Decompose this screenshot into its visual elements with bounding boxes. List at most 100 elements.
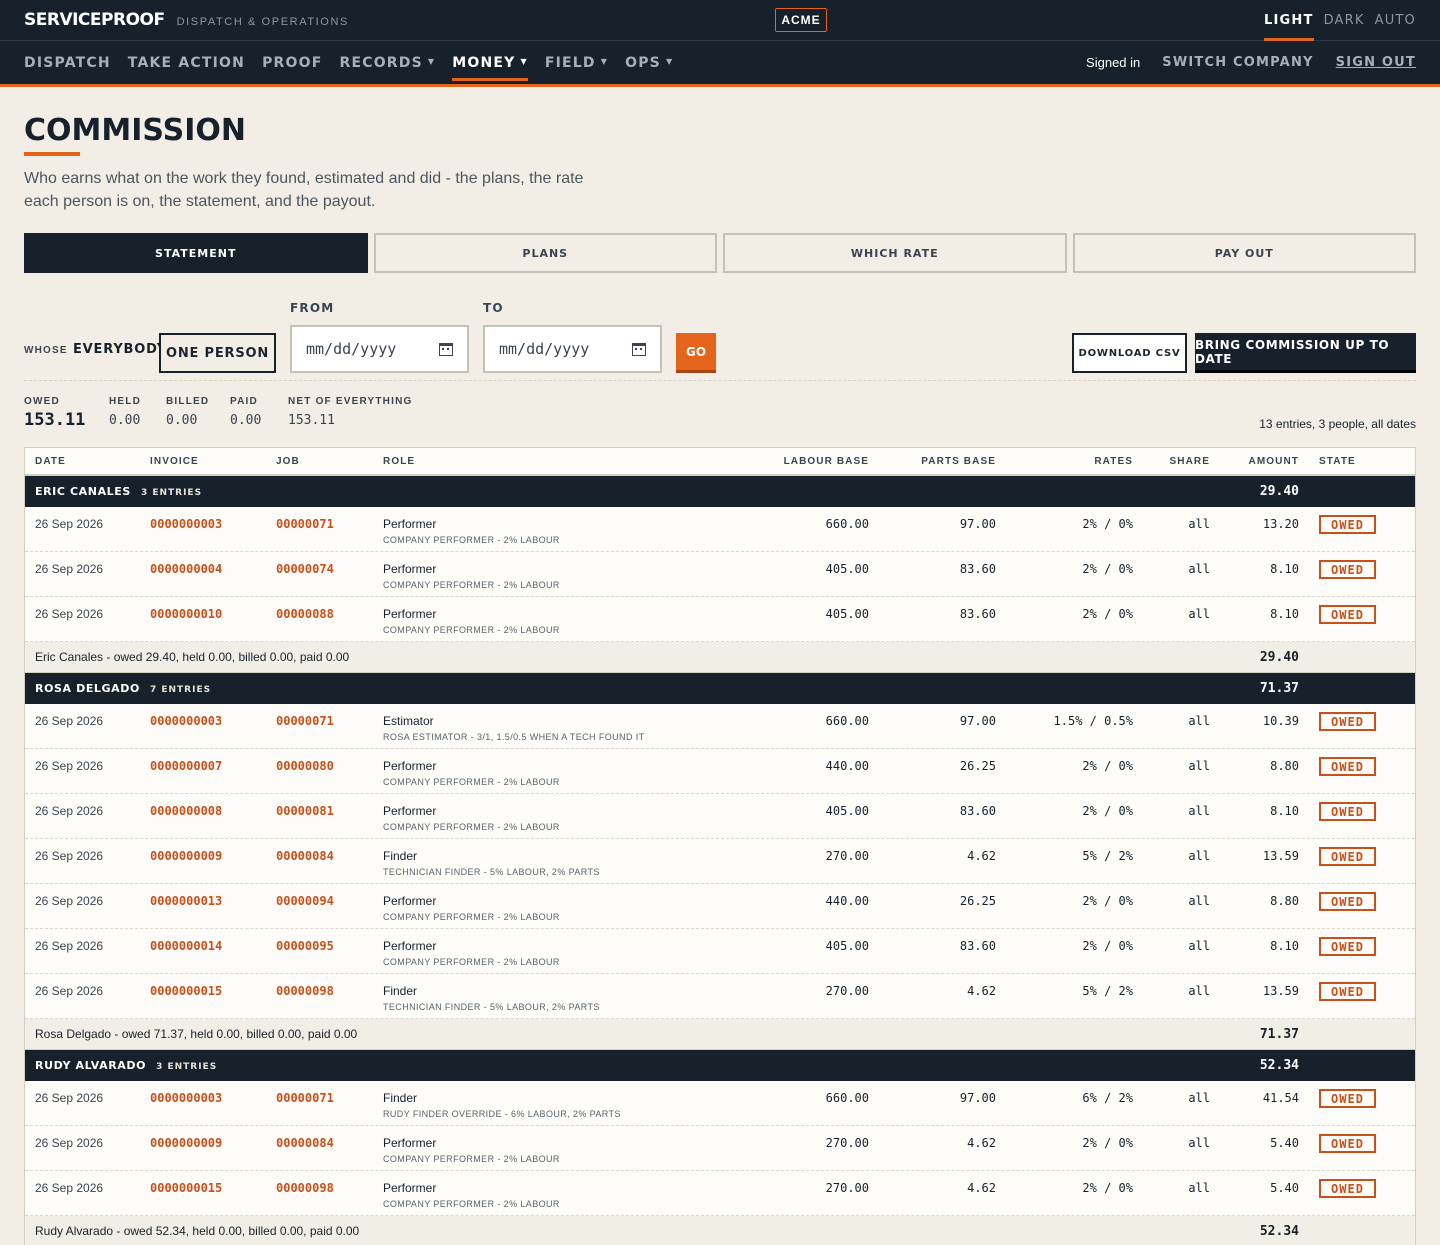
- tab-statement[interactable]: STATEMENT: [24, 233, 368, 273]
- parts-base: 83.60: [959, 804, 996, 818]
- group-header: RUDY ALVARADO 3 ENTRIES 52.34: [25, 1050, 1415, 1081]
- col-amount[interactable]: AMOUNT: [1249, 456, 1299, 467]
- job-link[interactable]: 00000098: [276, 1181, 334, 1195]
- entry-role: Performer Company performer - 2% labour: [383, 804, 560, 832]
- calendar-icon[interactable]: [632, 342, 646, 356]
- labour-base: 405.00: [825, 804, 869, 818]
- amount: 10.39: [1262, 714, 1299, 728]
- role-name: Performer: [383, 607, 437, 621]
- plan-name: Rosa estimator - 3/1, 1.5/0.5 when a tec…: [383, 732, 645, 742]
- amount: 8.10: [1270, 607, 1299, 621]
- nav-item-take-action[interactable]: TAKE ACTION: [128, 41, 245, 84]
- brand-logo[interactable]: SERVICEPROOF: [24, 10, 165, 30]
- invoice-link[interactable]: 0000000015: [150, 1181, 222, 1195]
- bring-commission-up-to-date-button[interactable]: BRING COMMISSION UP TO DATE: [1195, 333, 1416, 373]
- table-header: DATE INVOICE JOB ROLE LABOUR BASE PARTS …: [25, 448, 1415, 476]
- col-parts-base[interactable]: PARTS BASE: [921, 456, 996, 467]
- col-state[interactable]: STATE: [1319, 456, 1356, 467]
- group-name-text: ROSA DELGADO: [35, 682, 140, 695]
- status-badge: OWED: [1319, 1089, 1376, 1108]
- job-link[interactable]: 00000071: [276, 714, 334, 728]
- download-csv-button[interactable]: DOWNLOAD CSV: [1072, 333, 1187, 373]
- nav-item-proof[interactable]: PROOF: [262, 41, 322, 84]
- tab-pay-out[interactable]: PAY OUT: [1072, 233, 1416, 273]
- share: all: [1188, 1181, 1210, 1195]
- go-button[interactable]: GO: [676, 333, 716, 373]
- group-entry-count: 7 ENTRIES: [149, 685, 212, 695]
- entry-role: Performer Company performer - 2% labour: [383, 759, 560, 787]
- group-name: RUDY ALVARADO 3 ENTRIES: [35, 1059, 217, 1072]
- share: all: [1188, 517, 1210, 531]
- switch-company-link[interactable]: SWITCH COMPANY: [1162, 55, 1313, 70]
- job-link[interactable]: 00000071: [276, 517, 334, 531]
- col-role[interactable]: ROLE: [383, 456, 415, 467]
- tab-which-rate[interactable]: WHICH RATE: [723, 233, 1067, 273]
- job-link[interactable]: 00000095: [276, 939, 334, 953]
- nav-item-ops[interactable]: OPS ▼: [625, 41, 673, 84]
- nav-item-field[interactable]: FIELD ▼: [545, 41, 608, 84]
- share: all: [1188, 804, 1210, 818]
- plan-name: Rudy finder override - 6% labour, 2% par…: [383, 1109, 621, 1119]
- nav-item-money[interactable]: MONEY ▼: [452, 41, 528, 84]
- job-link[interactable]: 00000084: [276, 849, 334, 863]
- col-share[interactable]: SHARE: [1169, 456, 1210, 467]
- status-badge: OWED: [1319, 982, 1376, 1001]
- calendar-icon[interactable]: [439, 342, 453, 356]
- totals-strip: OWED 153.11 HELD 0.00 BILLED 0.00 PAID 0…: [24, 381, 1416, 447]
- job-link[interactable]: 00000088: [276, 607, 334, 621]
- theme-auto-option[interactable]: AUTO: [1375, 0, 1416, 41]
- invoice-link[interactable]: 0000000009: [150, 1136, 222, 1150]
- to-date-input[interactable]: mm/dd/yyyy: [483, 325, 662, 373]
- group-subtotal-amount: 71.37: [1259, 1026, 1299, 1042]
- invoice-link[interactable]: 0000000004: [150, 562, 222, 576]
- col-labour-base[interactable]: LABOUR BASE: [784, 456, 869, 467]
- entry-role: Performer Company performer - 2% labour: [383, 939, 560, 967]
- commission-tabs: STATEMENT PLANS WHICH RATE PAY OUT: [24, 233, 1416, 273]
- nav-item-dispatch[interactable]: DISPATCH: [24, 41, 111, 84]
- entries-summary: 13 entries, 3 people, all dates: [1259, 417, 1416, 431]
- job-link[interactable]: 00000074: [276, 562, 334, 576]
- invoice-link[interactable]: 0000000015: [150, 984, 222, 998]
- job-link[interactable]: 00000080: [276, 759, 334, 773]
- invoice-link[interactable]: 0000000009: [150, 849, 222, 863]
- rates: 2% / 0%: [1082, 804, 1133, 818]
- theme-light-option[interactable]: LIGHT: [1264, 0, 1314, 41]
- table-row: 26 Sep 2026 0000000003 00000071 Performer Co…: [25, 507, 1415, 552]
- invoice-link[interactable]: 0000000003: [150, 714, 222, 728]
- sign-out-link[interactable]: SIGN OUT: [1336, 55, 1416, 70]
- job-link[interactable]: 00000084: [276, 1136, 334, 1150]
- job-link[interactable]: 00000081: [276, 804, 334, 818]
- everybody-option[interactable]: EVERYBODY: [73, 342, 167, 357]
- role-name: Estimator: [383, 714, 434, 728]
- role-name: Performer: [383, 804, 437, 818]
- company-badge[interactable]: ACME: [775, 8, 827, 32]
- col-rates[interactable]: RATES: [1094, 456, 1133, 467]
- entry-date: 26 Sep 2026: [35, 1136, 104, 1150]
- job-link[interactable]: 00000071: [276, 1091, 334, 1105]
- entry-date: 26 Sep 2026: [35, 714, 104, 728]
- col-job[interactable]: JOB: [276, 456, 300, 467]
- one-person-option[interactable]: ONE PERSON: [159, 333, 276, 373]
- amount: 8.80: [1270, 894, 1299, 908]
- invoice-link[interactable]: 0000000010: [150, 607, 222, 621]
- amount: 5.40: [1270, 1136, 1299, 1150]
- job-link[interactable]: 00000094: [276, 894, 334, 908]
- nav-item-records[interactable]: RECORDS ▼: [339, 41, 435, 84]
- invoice-link[interactable]: 0000000003: [150, 517, 222, 531]
- col-date[interactable]: DATE: [35, 456, 66, 467]
- tab-plans[interactable]: PLANS: [373, 233, 717, 273]
- invoice-link[interactable]: 0000000007: [150, 759, 222, 773]
- plan-name: Company performer - 2% labour: [383, 957, 560, 967]
- invoice-link[interactable]: 0000000014: [150, 939, 222, 953]
- job-link[interactable]: 00000098: [276, 984, 334, 998]
- theme-dark-option[interactable]: DARK: [1324, 0, 1365, 41]
- invoice-link[interactable]: 0000000008: [150, 804, 222, 818]
- chevron-down-icon: ▼: [600, 56, 609, 66]
- invoice-link[interactable]: 0000000003: [150, 1091, 222, 1105]
- from-date-input[interactable]: mm/dd/yyyy: [290, 325, 469, 373]
- invoice-link[interactable]: 0000000013: [150, 894, 222, 908]
- labour-base: 440.00: [825, 894, 869, 908]
- role-name: Finder: [383, 984, 418, 998]
- col-invoice[interactable]: INVOICE: [150, 456, 199, 467]
- table-row: 26 Sep 2026 0000000010 00000088 Performer Co…: [25, 597, 1415, 642]
